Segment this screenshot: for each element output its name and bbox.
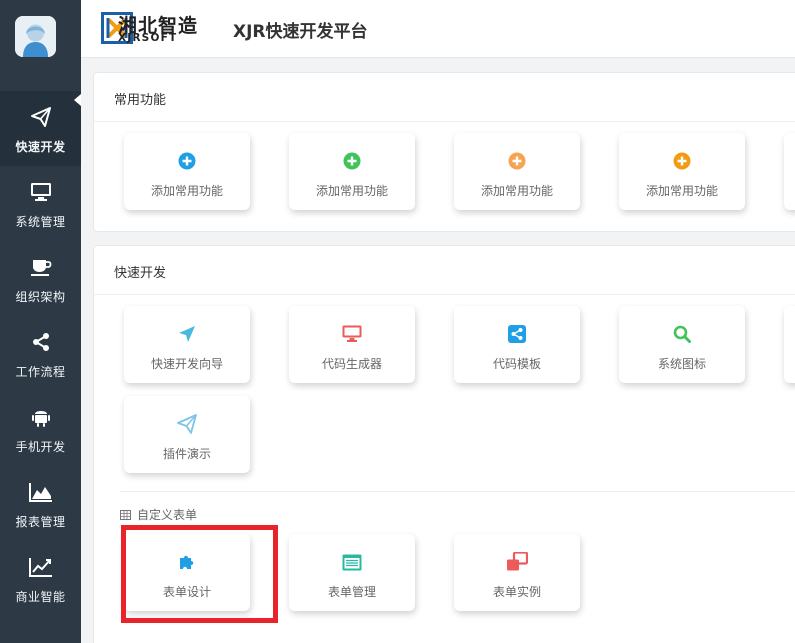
plus-circle-icon (454, 151, 580, 171)
line-chart-icon (0, 555, 81, 579)
quick-dev-panel: 快速开发 快速开发向导 代码生成器 代码模板 系统图标 插件演示 自定义表单 表… (93, 245, 795, 643)
paper-plane-icon (0, 105, 81, 129)
avatar[interactable] (15, 16, 56, 57)
share-icon (0, 330, 81, 354)
monitor-icon (0, 180, 81, 204)
system-icons-card[interactable]: 系统图标 (619, 306, 745, 383)
sidebar-item-quick-dev[interactable]: 快速开发 (0, 91, 81, 166)
sidebar-item-label: 手机开发 (15, 440, 66, 454)
sidebar-item-bi[interactable]: 商业智能 (0, 541, 81, 616)
card-label: 添加常用功能 (645, 184, 718, 198)
card-label: 快速开发向导 (150, 357, 223, 371)
sidebar-item-workflow[interactable]: 工作流程 (0, 316, 81, 391)
card-label: 代码模板 (492, 357, 541, 371)
card-label: 添加常用功能 (315, 184, 388, 198)
plugin-demo-card[interactable]: 插件演示 (124, 396, 250, 473)
sidebar-item-label: 工作流程 (15, 365, 66, 379)
plus-circle-icon (619, 151, 745, 171)
add-common-function-card[interactable]: 添加常用功能 (454, 133, 580, 210)
sidebar-item-label: 报表管理 (15, 515, 66, 529)
sidebar-item-org[interactable]: 组织架构 (0, 241, 81, 316)
add-common-function-card[interactable]: 添加常用功能 (289, 133, 415, 210)
divider (120, 491, 795, 492)
top-header: 湘北智造 XJRSOFT XJR快速开发平台 (81, 0, 795, 58)
sidebar-item-reports[interactable]: 报表管理 (0, 466, 81, 541)
page-title: XJR快速开发平台 (233, 22, 368, 42)
sidebar-item-label: 快速开发 (15, 140, 66, 154)
quick-dev-card-partial[interactable] (784, 306, 795, 383)
form-management-card[interactable]: 表单管理 (289, 534, 415, 611)
clone-icon (454, 552, 580, 572)
plus-circle-icon (124, 151, 250, 171)
share-square-icon (454, 324, 580, 344)
card-label: 插件演示 (162, 447, 211, 461)
paper-plane-icon (124, 414, 250, 434)
add-common-function-card[interactable]: 添加常用功能 (619, 133, 745, 210)
code-template-card[interactable]: 代码模板 (454, 306, 580, 383)
android-icon (0, 405, 81, 429)
custom-form-section-label: 自定义表单 (120, 506, 197, 523)
add-common-function-card-partial[interactable] (784, 133, 795, 210)
common-functions-panel: 常用功能 添加常用功能 添加常用功能 添加常用功能 添加常用功能 (93, 72, 795, 232)
sidebar-item-label: 组织架构 (15, 290, 66, 304)
add-common-function-card[interactable]: 添加常用功能 (124, 133, 250, 210)
logo-text-en: XJRSOFT (118, 32, 178, 44)
card-label: 表单实例 (492, 585, 541, 599)
sidebar: 快速开发 系统管理 组织架构 工作流程 手机开发 报表管理 商业智能 (0, 0, 81, 643)
sidebar-item-label: 商业智能 (15, 590, 66, 604)
code-generator-card[interactable]: 代码生成器 (289, 306, 415, 383)
location-arrow-icon (124, 324, 250, 344)
panel-title: 常用功能 (114, 93, 167, 108)
quick-dev-wizard-card[interactable]: 快速开发向导 (124, 306, 250, 383)
card-label: 添加常用功能 (480, 184, 553, 198)
panel-title: 快速开发 (114, 266, 167, 281)
plus-circle-icon (289, 151, 415, 171)
highlight-box (121, 525, 278, 623)
card-label: 系统图标 (657, 357, 706, 371)
section-label-text: 自定义表单 (137, 508, 198, 522)
card-label: 表单管理 (327, 585, 376, 599)
search-icon (619, 324, 745, 344)
desktop-icon (289, 324, 415, 344)
coffee-cup-icon (0, 255, 81, 279)
divider (94, 121, 795, 122)
list-window-icon (289, 552, 415, 572)
main-content: 常用功能 添加常用功能 添加常用功能 添加常用功能 添加常用功能 快速开发 快速… (81, 58, 795, 643)
card-label: 代码生成器 (321, 357, 382, 371)
sidebar-item-label: 系统管理 (15, 215, 66, 229)
divider (94, 294, 795, 295)
sidebar-item-mobile[interactable]: 手机开发 (0, 391, 81, 466)
card-label: 添加常用功能 (150, 184, 223, 198)
area-chart-icon (0, 480, 81, 504)
active-indicator (74, 94, 81, 106)
form-instance-card[interactable]: 表单实例 (454, 534, 580, 611)
sidebar-item-system[interactable]: 系统管理 (0, 166, 81, 241)
table-icon (120, 509, 131, 520)
